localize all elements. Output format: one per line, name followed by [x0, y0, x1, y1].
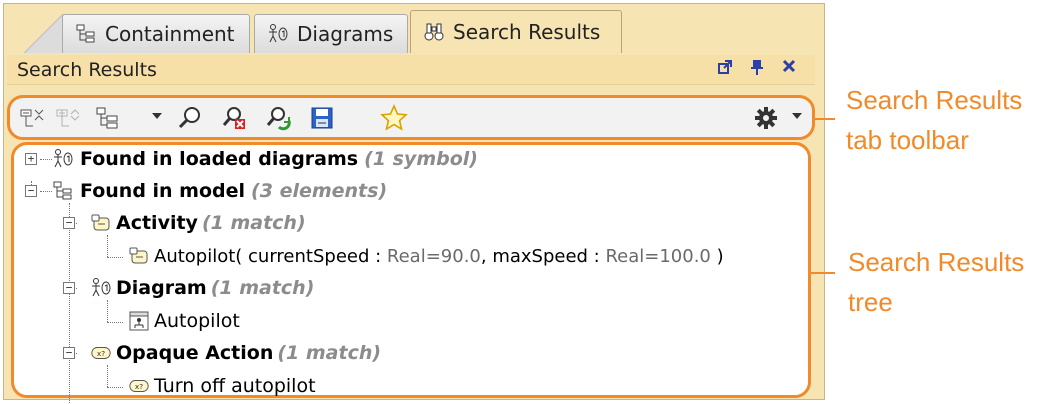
dropdown-arrow-icon[interactable]	[152, 113, 162, 119]
tree-connector	[107, 322, 123, 323]
activity-icon	[90, 212, 112, 234]
opaque-action-icon: x?	[90, 342, 112, 364]
find-icon[interactable]	[176, 104, 204, 132]
pin-icon[interactable]	[749, 59, 765, 77]
annotation-tree: Search Results tree	[848, 242, 1024, 322]
refresh-search-icon[interactable]	[264, 104, 292, 132]
svg-text:x?: x?	[97, 349, 105, 358]
tree-node-found-in-model[interactable]: Found in model (3 elements)	[52, 177, 387, 205]
tree-node-autopilot-operation[interactable]: Autopilot( currentSpeed : Real=90.0, max…	[128, 242, 724, 270]
tree-connector	[69, 203, 70, 403]
tab-containment[interactable]: Containment	[62, 14, 250, 53]
tree-node-label: Autopilot( currentSpeed :	[154, 245, 387, 267]
annotation-toolbar: Search Results tab toolbar	[846, 80, 1022, 160]
tab-strip: Containment Diagrams Search Results	[4, 4, 824, 53]
favorite-star-icon[interactable]	[380, 104, 408, 132]
activity-diagram-icon	[128, 310, 150, 332]
tree-node-count: (1 match)	[277, 342, 382, 364]
tab-strip-edge	[24, 14, 64, 53]
activity-icon	[128, 245, 150, 267]
binoculars-icon	[423, 21, 445, 43]
search-results-toolbar	[7, 95, 815, 140]
tree-node-count: (3 elements)	[251, 180, 388, 202]
annotation-line: tab toolbar	[846, 125, 969, 155]
dropdown-arrow-icon[interactable]	[792, 113, 802, 119]
expand-toggle[interactable]: +	[25, 153, 37, 165]
tree-node-turn-off-autopilot[interactable]: x? Turn off autopilot	[128, 372, 316, 400]
opaque-action-icon: x?	[128, 375, 150, 397]
tree-connector	[107, 365, 108, 387]
containment-tree-icon	[75, 23, 97, 45]
tab-label: Containment	[105, 22, 235, 46]
tree-connector	[40, 159, 52, 160]
tab-label: Diagrams	[297, 22, 394, 46]
tree-node-label: Opaque Action	[116, 342, 274, 364]
tree-connector	[107, 300, 108, 322]
svg-text:x?: x?	[135, 382, 143, 391]
annotation-line: Search Results	[848, 247, 1025, 277]
tree-node-label: Found in loaded diagrams	[80, 148, 359, 170]
tab-diagrams[interactable]: Diagrams	[254, 14, 408, 53]
diagrams-icon	[267, 23, 289, 45]
tree-node-activity[interactable]: Activity (1 match)	[90, 209, 306, 237]
close-icon[interactable]	[781, 59, 797, 77]
tree-connector	[107, 387, 123, 388]
tree-node-label-part: )	[710, 245, 724, 267]
collapse-toggle[interactable]: −	[63, 347, 75, 359]
collapse-toggle[interactable]: −	[63, 217, 75, 229]
parameter-value: Real=90.0	[386, 245, 481, 267]
diagrams-icon	[52, 148, 74, 170]
panel-controls	[717, 59, 797, 77]
parameter-value: Real=100.0	[605, 245, 711, 267]
containment-tree-icon	[52, 180, 74, 202]
tree-connector	[107, 235, 108, 257]
collapse-all-icon[interactable]	[18, 104, 46, 132]
tree-node-label-part: , maxSpeed :	[480, 245, 606, 267]
float-icon[interactable]	[717, 59, 733, 77]
panel-title-bar: Search Results	[7, 55, 815, 85]
clear-search-icon[interactable]	[220, 104, 248, 132]
tab-search-results[interactable]: Search Results	[410, 10, 622, 53]
tree-node-opaque-action[interactable]: x? Opaque Action (1 match)	[90, 339, 381, 367]
tree-node-count: (1 match)	[210, 277, 315, 299]
tree-connector	[107, 257, 123, 258]
tree-node-count: (1 match)	[201, 212, 306, 234]
tree-node-label: Autopilot	[154, 310, 240, 332]
tree-connector	[40, 191, 52, 192]
gear-icon[interactable]	[752, 104, 780, 132]
collapse-toggle[interactable]: −	[63, 282, 75, 294]
diagrams-icon	[90, 277, 112, 299]
tree-node-label: Activity	[116, 212, 198, 234]
tree-node-label: Diagram	[116, 277, 207, 299]
tree-node-autopilot-diagram[interactable]: Autopilot	[128, 307, 240, 335]
expand-all-icon[interactable]	[54, 104, 82, 132]
tree-node-count: (1 symbol)	[364, 148, 478, 170]
tree-node-loaded-diagrams[interactable]: Found in loaded diagrams (1 symbol)	[52, 145, 478, 173]
tree-node-diagram[interactable]: Diagram (1 match)	[90, 274, 314, 302]
panel-title: Search Results	[17, 58, 157, 81]
toolbar-annotation-connector	[815, 118, 835, 120]
annotation-line: Search Results	[846, 85, 1023, 115]
save-results-icon[interactable]	[308, 104, 336, 132]
search-results-tree: + − − − − Found in loaded diagrams (1 sy…	[11, 142, 811, 403]
tree-node-label: Turn off autopilot	[154, 375, 316, 397]
tree-layout-icon[interactable]	[94, 104, 122, 132]
annotation-line: tree	[848, 287, 893, 317]
tree-node-label: Found in model	[80, 180, 246, 202]
collapse-toggle[interactable]: −	[25, 185, 37, 197]
tree-annotation-connector	[811, 272, 835, 274]
tab-label: Search Results	[453, 20, 601, 44]
